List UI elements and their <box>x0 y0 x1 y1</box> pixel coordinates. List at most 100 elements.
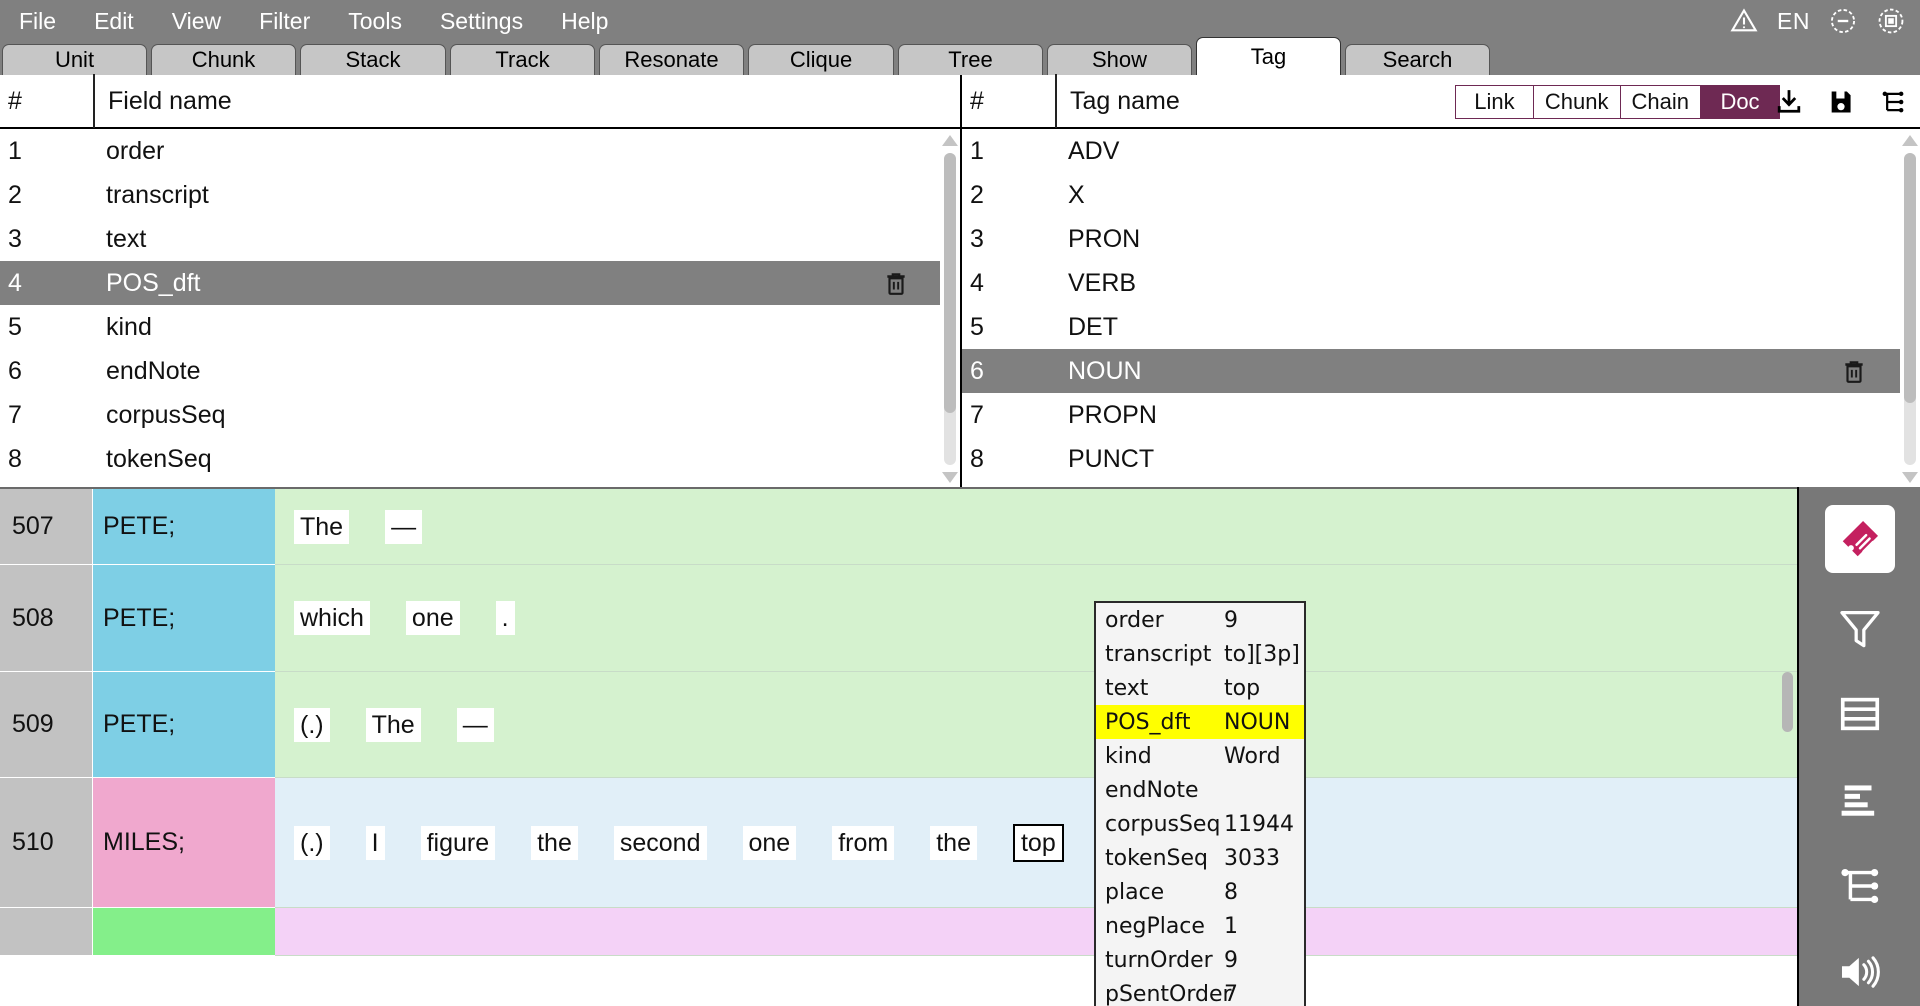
token-selected[interactable]: top <box>1012 823 1064 862</box>
tab-chunk[interactable]: Chunk <box>151 44 296 75</box>
token[interactable]: second <box>613 825 707 860</box>
menu-item-file[interactable]: File <box>0 0 75 42</box>
scope-button-chunk[interactable]: Chunk <box>1533 86 1621 118</box>
tab-unit[interactable]: Unit <box>2 44 147 75</box>
scroll-thumb[interactable] <box>1782 672 1793 732</box>
transcript-text-cell[interactable]: (.) The — <box>275 672 1797 778</box>
token[interactable]: which <box>294 601 370 635</box>
popup-field-value: Word <box>1224 743 1281 769</box>
list-item[interactable]: 8 PUNCT <box>962 437 1920 481</box>
scroll-thumb[interactable] <box>944 153 956 413</box>
token[interactable]: — <box>456 707 494 742</box>
scroll-up-arrow-icon[interactable] <box>942 135 958 146</box>
token[interactable]: (.) <box>294 825 330 860</box>
transcript-row[interactable]: 508 PETE; which one. <box>0 565 1797 672</box>
list-item[interactable]: 5 DET <box>962 305 1920 349</box>
token[interactable]: the <box>531 825 578 860</box>
list-item[interactable]: 3 text <box>0 217 960 261</box>
tree-icon[interactable] <box>1878 87 1908 117</box>
list-item[interactable]: 1 order <box>0 129 960 173</box>
list-item[interactable]: 7 PROPN <box>962 393 1920 437</box>
transcript-text-cell[interactable]: The — <box>275 489 1797 565</box>
tab-track[interactable]: Track <box>450 44 595 75</box>
field-list[interactable]: 1 order 2 transcript 3 text 4 POS_dft 5 kind 6 endN… <box>0 129 960 487</box>
transcript-row[interactable] <box>0 908 1797 956</box>
tab-show[interactable]: Show <box>1047 44 1192 75</box>
download-icon[interactable] <box>1774 87 1804 117</box>
popup-field-value: to][3p] <box>1224 641 1300 667</box>
list-item[interactable]: 4 VERB <box>962 261 1920 305</box>
save-icon[interactable] <box>1826 87 1856 117</box>
list-item[interactable]: 2 transcript <box>0 173 960 217</box>
token[interactable]: . <box>495 601 515 635</box>
scroll-down-arrow-icon[interactable] <box>1902 472 1918 483</box>
tab-search[interactable]: Search <box>1345 44 1490 75</box>
tag-list[interactable]: 1 ADV 2 X 3 PRON 4 VERB 5 DET 6 NOUN 7 PROPN 8 PUNCT <box>962 129 1920 487</box>
transcript-text-cell[interactable]: which one. <box>275 565 1797 672</box>
tab-clique[interactable]: Clique <box>748 44 894 75</box>
list-item-index: 5 <box>970 312 984 341</box>
token[interactable]: The <box>294 509 350 544</box>
maximize-icon[interactable] <box>1876 6 1906 36</box>
menu-item-filter[interactable]: Filter <box>240 0 329 42</box>
popup-field-value: 3033 <box>1224 845 1280 871</box>
list-item-index: 8 <box>8 444 22 473</box>
list-item[interactable]: 4 POS_dft <box>0 261 960 305</box>
scope-button-doc[interactable]: Doc <box>1701 86 1779 118</box>
list-item[interactable]: 5 kind <box>0 305 960 349</box>
delete-icon[interactable] <box>1826 349 1882 393</box>
list-item[interactable]: 8 tokenSeq <box>0 437 960 481</box>
token[interactable]: The <box>365 707 421 742</box>
filter-icon[interactable] <box>1823 597 1897 659</box>
scroll-up-arrow-icon[interactable] <box>1902 135 1918 146</box>
menu-item-view[interactable]: View <box>153 0 240 42</box>
tab-stack[interactable]: Stack <box>300 44 446 75</box>
scope-button-link[interactable]: Link <box>1455 86 1534 118</box>
list-item[interactable]: 7 corpusSeq <box>0 393 960 437</box>
align-left-icon[interactable] <box>1823 769 1897 831</box>
tab-tag[interactable]: Tag <box>1196 37 1341 75</box>
transcript-grid[interactable]: 507 PETE; The —508 PETE; which one. 509 PETE; (.)… <box>0 487 1797 1006</box>
list-item[interactable]: 1 ADV <box>962 129 1920 173</box>
token[interactable]: the <box>930 825 977 860</box>
transcript-row[interactable]: 507 PETE; The — <box>0 489 1797 565</box>
menu-item-tools[interactable]: Tools <box>329 0 421 42</box>
scroll-down-arrow-icon[interactable] <box>942 472 958 483</box>
transcript-text-cell[interactable]: (.) Ifigure the second one from the top <box>275 778 1797 908</box>
token[interactable]: I <box>365 825 385 860</box>
tag-list-scrollbar[interactable] <box>1900 131 1920 487</box>
list-item[interactable]: 2X <box>962 173 1920 217</box>
token[interactable]: one <box>405 601 460 635</box>
language-indicator[interactable]: EN <box>1777 8 1810 35</box>
token[interactable]: from <box>832 825 895 860</box>
token[interactable]: one <box>742 825 797 860</box>
token[interactable]: — <box>385 509 423 544</box>
menu-item-edit[interactable]: Edit <box>75 0 153 42</box>
rows-icon[interactable] <box>1823 683 1897 745</box>
delete-icon[interactable] <box>868 261 924 305</box>
speaker-icon[interactable] <box>1823 941 1897 1003</box>
transcript-row[interactable]: 510 MILES; (.) Ifigure the second one from the to… <box>0 778 1797 908</box>
field-list-scrollbar[interactable] <box>940 131 960 487</box>
tab-tree[interactable]: Tree <box>898 44 1043 75</box>
token[interactable]: figure <box>420 825 496 860</box>
transcript-scrollbar[interactable] <box>1777 487 1797 1006</box>
list-item-index: 8 <box>970 444 984 473</box>
minimize-icon[interactable] <box>1828 6 1858 36</box>
token[interactable]: (.) <box>294 707 330 742</box>
tag-scope-toggle-group[interactable]: Link Chunk Chain Doc <box>1454 85 1780 119</box>
menu-item-help[interactable]: Help <box>542 0 627 42</box>
list-item-label: kind <box>106 312 152 341</box>
list-item[interactable]: 3 PRON <box>962 217 1920 261</box>
tab-resonate[interactable]: Resonate <box>599 44 744 75</box>
list-item[interactable]: 6 endNote <box>0 349 960 393</box>
list-item[interactable]: 6 NOUN <box>962 349 1920 393</box>
tag-edit-icon[interactable] <box>1824 505 1895 573</box>
scroll-thumb[interactable] <box>1904 153 1916 403</box>
warning-triangle-icon[interactable] <box>1729 6 1759 36</box>
transcript-row[interactable]: 509 PETE; (.) The — <box>0 672 1797 778</box>
menu-item-settings[interactable]: Settings <box>421 0 542 42</box>
scope-button-chain[interactable]: Chain <box>1620 86 1701 118</box>
transcript-text-cell[interactable] <box>275 908 1797 956</box>
tree-icon[interactable] <box>1823 855 1897 917</box>
